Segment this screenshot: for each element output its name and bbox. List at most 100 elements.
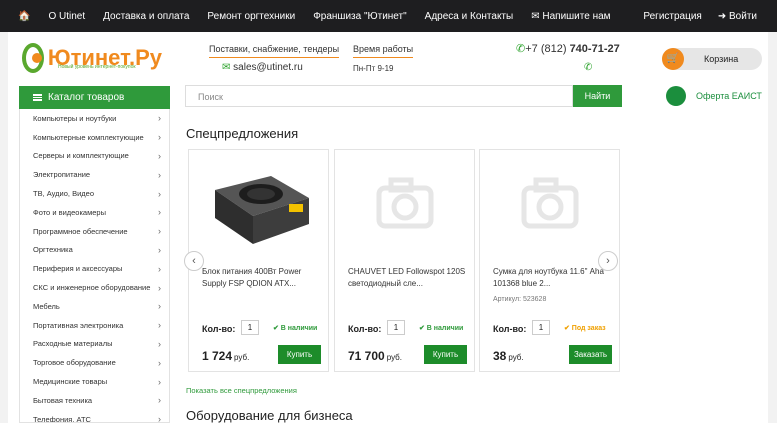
search-input[interactable]: Поиск	[185, 85, 573, 107]
chevron-right-icon: ›	[158, 263, 161, 274]
login-icon: ➜	[717, 10, 730, 22]
price-value: 1 724	[202, 349, 233, 363]
stock-status: ✔ В наличии	[419, 325, 464, 332]
site-logo[interactable]: Ютинет.Ру Новый уровень интернет-покупок	[22, 40, 162, 76]
envelope-icon: ✉	[222, 62, 234, 73]
catalog-item[interactable]: ТВ, Аудио, Видео ›	[20, 184, 169, 203]
quantity-label: Кол-во:	[493, 324, 527, 334]
catalog-item[interactable]: Медицинские товары ›	[20, 372, 169, 391]
catalog-item[interactable]: Бытовая техника ›	[20, 391, 169, 410]
product-title[interactable]: CHAUVET LED Followspot 120S светодиодный…	[348, 266, 466, 290]
nav-contacts[interactable]: Адресa и Контакты	[425, 11, 514, 22]
catalog-item[interactable]: Торговое оборудование ›	[20, 353, 169, 372]
catalog-item-label: Оргтехника	[33, 245, 73, 255]
logo-icon	[22, 43, 44, 73]
register-link[interactable]: Регистрация	[643, 11, 701, 22]
catalog-item-label: Бытовая техника	[33, 395, 93, 405]
product-image[interactable]	[347, 160, 463, 250]
catalog-item[interactable]: СКС и инженерное оборудование ›	[20, 278, 169, 297]
phone-number[interactable]: ✆+7 (812) 740-71-27	[516, 42, 620, 55]
login-label: Войти	[729, 10, 757, 22]
nav-about[interactable]: О Utinet	[48, 11, 85, 22]
chevron-right-icon: ›	[158, 301, 161, 312]
chevron-right-icon: ›	[158, 188, 161, 199]
buy-button[interactable]: Купить	[424, 345, 467, 364]
phone-prefix: +7 (812)	[525, 43, 567, 55]
nav-delivery[interactable]: Доставка и оплата	[103, 11, 189, 22]
supplies-link[interactable]: Поставки, снабжение, тендеры	[209, 44, 340, 58]
nav-write-us[interactable]: ✉ Напишите нам	[531, 11, 610, 22]
catalog-item[interactable]: Фото и видеокамеры ›	[20, 203, 169, 222]
catalog-item[interactable]: Программное обеспечение ›	[20, 222, 169, 241]
product-image[interactable]	[201, 160, 317, 250]
email-text: sales@utinet.ru	[233, 62, 303, 73]
phone-icon[interactable]: ✆	[584, 62, 592, 73]
phone-main: 740-71-27	[569, 43, 620, 55]
product-card[interactable]: Блок питания 400Вт Power Supply FSP QDIO…	[188, 149, 329, 372]
home-icon[interactable]: 🏠	[18, 11, 30, 22]
buy-button[interactable]: Заказать	[569, 345, 612, 364]
product-title[interactable]: Сумка для ноутбука 11.6" Aha 101368 blue…	[493, 266, 611, 290]
supplies-label: Поставки, снабжение, тендеры	[209, 44, 340, 58]
catalog-item-label: Электропитание	[33, 170, 91, 180]
catalog-list: Компьютеры и ноутбуки › Компьютерные компл…	[19, 109, 170, 423]
cart-icon: 🛒	[662, 48, 684, 70]
chevron-right-icon: ›	[158, 338, 161, 349]
catalog-item-label: Компьютерные комплектующие	[33, 132, 144, 142]
catalog-item[interactable]: Компьютеры и ноутбуки ›	[20, 109, 169, 128]
chevron-right-icon: ›	[158, 395, 161, 406]
login-link[interactable]: ➜ Войти	[718, 11, 757, 22]
catalog-item[interactable]: Компьютерные комплектующие ›	[20, 128, 169, 147]
chevron-right-icon[interactable]: ›	[598, 251, 618, 271]
top-navigation-bar: 🏠 О Utinet Доставка и оплата Ремонт оргт…	[0, 0, 777, 32]
search-button[interactable]: Найти	[573, 85, 622, 107]
catalog-item-label: СКС и инженерное оборудование	[33, 283, 151, 293]
catalog-item[interactable]: Телефония, АТС ›	[20, 410, 169, 422]
stock-status: ✔ Под заказ	[564, 325, 606, 332]
catalog-item[interactable]: Оргтехника ›	[20, 241, 169, 260]
catalog-item[interactable]: Серверы и комплектующие ›	[20, 147, 169, 166]
product-title[interactable]: Блок питания 400Вт Power Supply FSP QDIO…	[202, 266, 320, 290]
menu-icon	[33, 94, 42, 101]
quantity-input[interactable]: 1	[241, 320, 259, 335]
catalog-item[interactable]: Портативная электроника ›	[20, 316, 169, 335]
price-value: 38	[493, 349, 507, 363]
price-currency: руб.	[508, 353, 524, 362]
stock-status: ✔ В наличии	[273, 325, 318, 332]
catalog-item[interactable]: Расходные материалы ›	[20, 335, 169, 354]
chevron-right-icon: ›	[158, 320, 161, 331]
auth-links: Регистрация ➜ Войти	[627, 0, 757, 32]
catalog-item-label: Портативная электроника	[33, 320, 124, 330]
nav-franchise[interactable]: Франшиза "Ютинет"	[313, 11, 406, 22]
product-price: 38 руб.	[493, 349, 524, 363]
catalog-item[interactable]: Электропитание ›	[20, 165, 169, 184]
nav-repair[interactable]: Ремонт оргтехники	[207, 11, 295, 22]
catalog-item[interactable]: Периферия и аксессуары ›	[20, 259, 169, 278]
product-image[interactable]	[492, 160, 608, 250]
quantity-label: Кол-во:	[202, 324, 236, 334]
catalog-header[interactable]: Каталог товаров	[19, 86, 170, 109]
eaist-link[interactable]: Оферта ЕАИСТ	[666, 86, 762, 106]
catalog-item[interactable]: Мебель ›	[20, 297, 169, 316]
chevron-right-icon: ›	[158, 357, 161, 368]
catalog-item-label: Медицинские товары	[33, 377, 108, 387]
price-currency: руб.	[386, 353, 402, 362]
cart-button[interactable]: 🛒 Корзина	[662, 48, 762, 70]
chevron-right-icon: ›	[158, 282, 161, 293]
buy-button[interactable]: Купить	[278, 345, 321, 364]
catalog-item-label: Серверы и комплектующие	[33, 151, 129, 161]
chevron-right-icon: ›	[158, 169, 161, 180]
phone-icon: ✆	[516, 43, 526, 55]
chevron-right-icon: ›	[158, 150, 161, 161]
quantity-input[interactable]: 1	[532, 320, 550, 335]
show-all-specials-link[interactable]: Показать все спецпредложения	[186, 386, 297, 395]
catalog-item-label: Фото и видеокамеры	[33, 207, 106, 217]
chevron-left-icon[interactable]: ‹	[184, 251, 204, 271]
chevron-right-icon: ›	[158, 226, 161, 237]
quantity-input[interactable]: 1	[387, 320, 405, 335]
chevron-right-icon: ›	[158, 113, 161, 124]
email-link[interactable]: ✉ sales@utinet.ru	[222, 62, 303, 73]
specials-title: Спецпредложения	[186, 126, 299, 141]
product-card[interactable]: CHAUVET LED Followspot 120S светодиодный…	[334, 149, 475, 372]
catalog-item-label: Программное обеспечение	[33, 226, 128, 236]
